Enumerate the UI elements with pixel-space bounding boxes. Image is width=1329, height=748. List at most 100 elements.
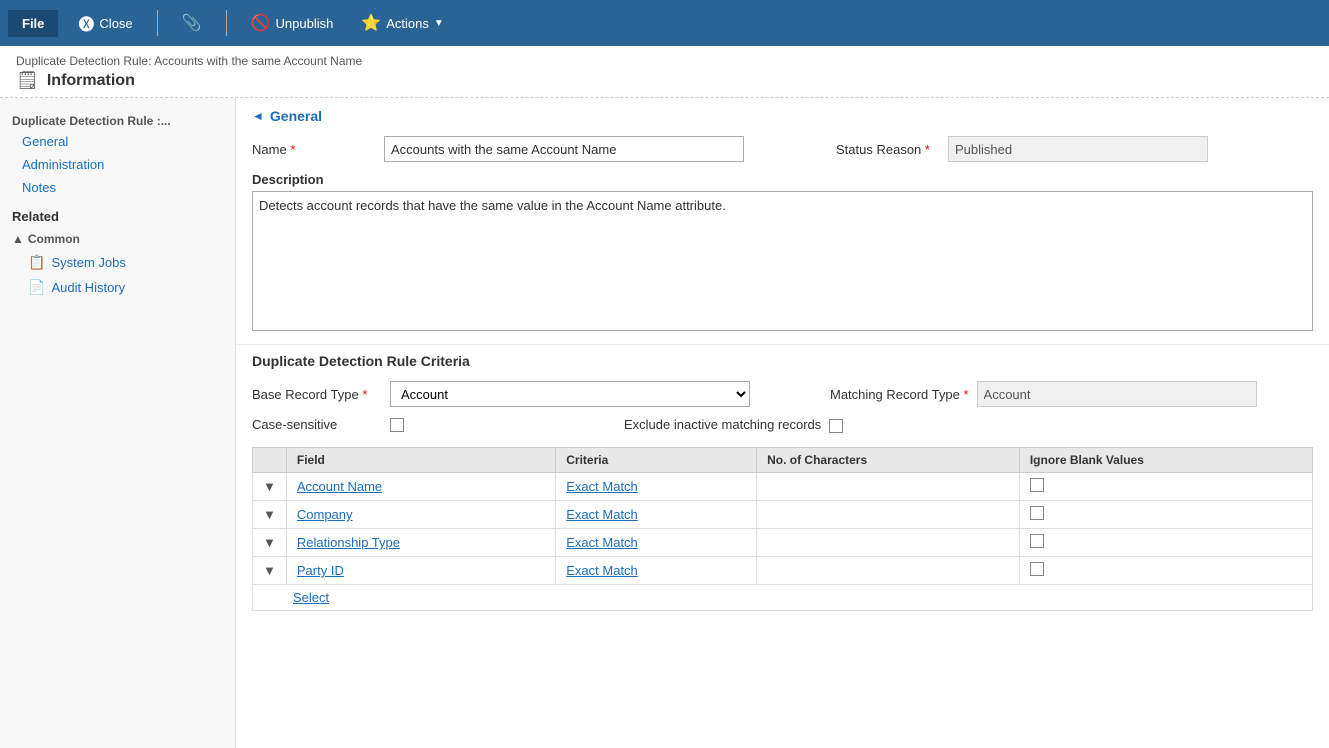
table-select-row: Select (253, 585, 1313, 611)
table-row: ▼ Company Exact Match (253, 501, 1313, 529)
row1-ignore-blank (1019, 473, 1312, 501)
th-field: Field (286, 448, 555, 473)
matching-record-type-input (977, 381, 1257, 407)
toolbar: File 🅧 Close 📎 🚫 Unpublish ⭐ Actions ▼ (0, 0, 1329, 46)
actions-button[interactable]: ⭐ Actions ▼ (353, 9, 451, 37)
record-type-row: Base Record Type * Account Matching Reco… (236, 377, 1329, 411)
row2-checkbox[interactable] (1030, 506, 1044, 520)
separator-2 (226, 10, 227, 36)
file-button[interactable]: File (8, 10, 58, 37)
matching-required-star: * (963, 387, 968, 402)
audit-history-icon: 📄 (28, 279, 45, 296)
page-title-icon: 🗒 (16, 70, 39, 91)
sidebar-item-system-jobs[interactable]: 📋 System Jobs (0, 250, 235, 275)
sidebar-item-general[interactable]: General (0, 130, 235, 153)
criteria-section-title: Duplicate Detection Rule Criteria (236, 344, 1329, 377)
th-criteria: Criteria (556, 448, 757, 473)
sidebar-common-header[interactable]: ▲ Common (0, 228, 235, 250)
row1-criteria: Exact Match (556, 473, 757, 501)
row4-chars (757, 557, 1020, 585)
row4-field-link[interactable]: Party ID (297, 563, 344, 578)
table-row: ▼ Relationship Type Exact Match (253, 529, 1313, 557)
table-header-row: Field Criteria No. of Characters Ignore … (253, 448, 1313, 473)
name-row: Name * Status Reason * (236, 132, 1329, 166)
sidebar-item-administration[interactable]: Administration (0, 153, 235, 176)
unpublish-label: Unpublish (276, 16, 334, 31)
row1-checkbox[interactable] (1030, 478, 1044, 492)
row3-criteria-link[interactable]: Exact Match (566, 535, 638, 550)
row1-criteria-link[interactable]: Exact Match (566, 479, 638, 494)
title-area: Duplicate Detection Rule: Accounts with … (0, 46, 1329, 98)
sidebar-nav-title: Duplicate Detection Rule :... (0, 108, 235, 130)
row2-field-link[interactable]: Company (297, 507, 353, 522)
row3-field: Relationship Type (286, 529, 555, 557)
general-section-header: ◄ General (236, 98, 1329, 132)
unpublish-icon: 🚫 (251, 13, 271, 33)
sidebar: Duplicate Detection Rule :... General Ad… (0, 98, 236, 748)
sidebar-common-label: Common (28, 232, 80, 246)
base-record-type-select[interactable]: Account (390, 381, 750, 407)
name-label: Name * (252, 142, 372, 157)
row2-expand[interactable]: ▼ (253, 501, 287, 529)
unpublish-button[interactable]: 🚫 Unpublish (243, 9, 342, 37)
sidebar-item-system-jobs-label: System Jobs (51, 255, 125, 270)
row3-expand[interactable]: ▼ (253, 529, 287, 557)
criteria-table: Field Criteria No. of Characters Ignore … (252, 447, 1313, 611)
case-sensitive-group: Case-sensitive (252, 417, 404, 432)
th-ignore-blank: Ignore Blank Values (1019, 448, 1312, 473)
row3-criteria: Exact Match (556, 529, 757, 557)
row4-expand[interactable]: ▼ (253, 557, 287, 585)
matching-record-type-label: Matching Record Type * (830, 387, 969, 402)
matching-record-type-group: Matching Record Type * (830, 381, 1257, 407)
row2-criteria-link[interactable]: Exact Match (566, 507, 638, 522)
actions-chevron-icon: ▼ (434, 18, 444, 29)
general-collapse-icon[interactable]: ◄ (252, 109, 264, 123)
base-record-type-group: Base Record Type * Account (252, 381, 750, 407)
row1-field-link[interactable]: Account Name (297, 479, 382, 494)
status-reason-label: Status Reason * (836, 142, 936, 157)
select-link[interactable]: Select (263, 590, 329, 605)
th-no-of-characters: No. of Characters (757, 448, 1020, 473)
sidebar-related-title: Related (0, 199, 235, 228)
main-layout: Duplicate Detection Rule :... General Ad… (0, 98, 1329, 748)
name-input[interactable] (384, 136, 744, 162)
row3-ignore-blank (1019, 529, 1312, 557)
row4-criteria-link[interactable]: Exact Match (566, 563, 638, 578)
status-required-star: * (925, 142, 930, 157)
options-row: Case-sensitive Exclude inactive matching… (236, 411, 1329, 439)
row3-chars (757, 529, 1020, 557)
attach-button[interactable]: 📎 (174, 9, 210, 37)
attach-icon: 📎 (182, 13, 202, 33)
page-title-row: 🗒 Information (16, 70, 1313, 91)
row2-chars (757, 501, 1020, 529)
exclude-inactive-checkbox[interactable] (829, 419, 843, 433)
select-cell: Select (253, 585, 1313, 611)
separator-1 (157, 10, 158, 36)
description-label: Description (236, 166, 1329, 191)
close-button[interactable]: 🅧 Close (70, 7, 140, 39)
exclude-inactive-label: Exclude inactive matching records (624, 417, 821, 432)
actions-icon: ⭐ (361, 13, 381, 33)
row3-field-link[interactable]: Relationship Type (297, 535, 400, 550)
row4-criteria: Exact Match (556, 557, 757, 585)
row2-criteria: Exact Match (556, 501, 757, 529)
close-icon: 🅧 (78, 11, 94, 35)
row1-expand[interactable]: ▼ (253, 473, 287, 501)
close-label: Close (99, 16, 132, 31)
row4-ignore-blank (1019, 557, 1312, 585)
row2-field: Company (286, 501, 555, 529)
system-jobs-icon: 📋 (28, 254, 45, 271)
case-sensitive-checkbox[interactable] (390, 418, 404, 432)
common-collapse-icon: ▲ (12, 232, 24, 246)
row1-chars (757, 473, 1020, 501)
table-row: ▼ Account Name Exact Match (253, 473, 1313, 501)
row1-field: Account Name (286, 473, 555, 501)
description-textarea[interactable]: Detects account records that have the sa… (252, 191, 1313, 331)
sidebar-item-audit-history-label: Audit History (51, 280, 125, 295)
sidebar-item-notes[interactable]: Notes (0, 176, 235, 199)
row3-checkbox[interactable] (1030, 534, 1044, 548)
general-section-title: General (270, 108, 322, 124)
sidebar-item-audit-history[interactable]: 📄 Audit History (0, 275, 235, 300)
content-area: ◄ General Name * Status Reason * Descrip… (236, 98, 1329, 748)
row4-checkbox[interactable] (1030, 562, 1044, 576)
